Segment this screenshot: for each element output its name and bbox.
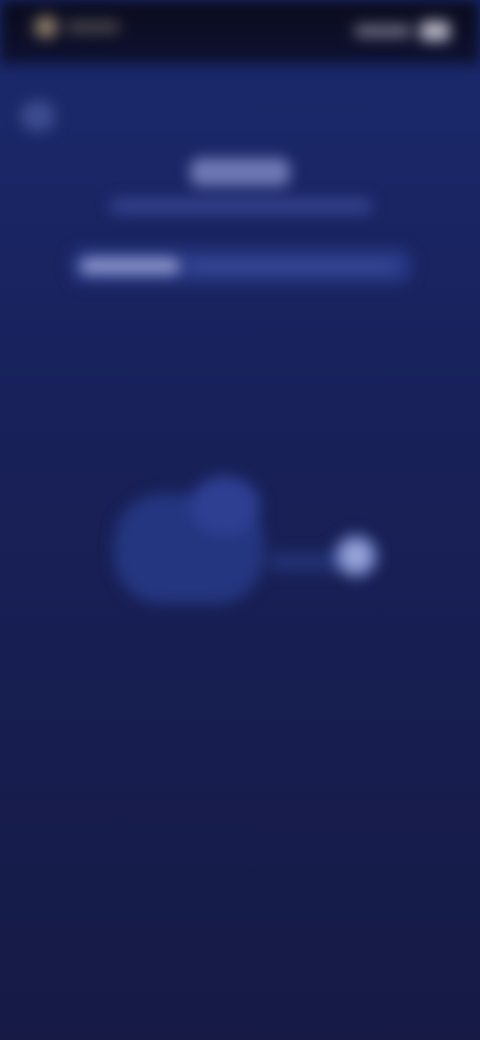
back-button[interactable]	[20, 100, 56, 132]
status-bar	[0, 0, 480, 64]
info-card-label	[80, 258, 180, 274]
battery-icon	[420, 21, 450, 41]
app-screen	[0, 0, 480, 1040]
status-right	[350, 20, 450, 42]
empty-state-illustration	[100, 470, 400, 620]
blurred-content	[0, 0, 480, 1040]
info-card[interactable]	[70, 248, 412, 284]
signal-icon	[354, 25, 412, 37]
app-indicator-icon	[34, 16, 58, 38]
moon-icon	[334, 534, 378, 578]
status-left	[34, 16, 130, 38]
page-title	[190, 158, 290, 186]
status-time	[66, 21, 120, 33]
info-card-value	[188, 261, 398, 271]
cloud-top-shape	[190, 476, 260, 536]
page-subtitle	[110, 198, 372, 214]
